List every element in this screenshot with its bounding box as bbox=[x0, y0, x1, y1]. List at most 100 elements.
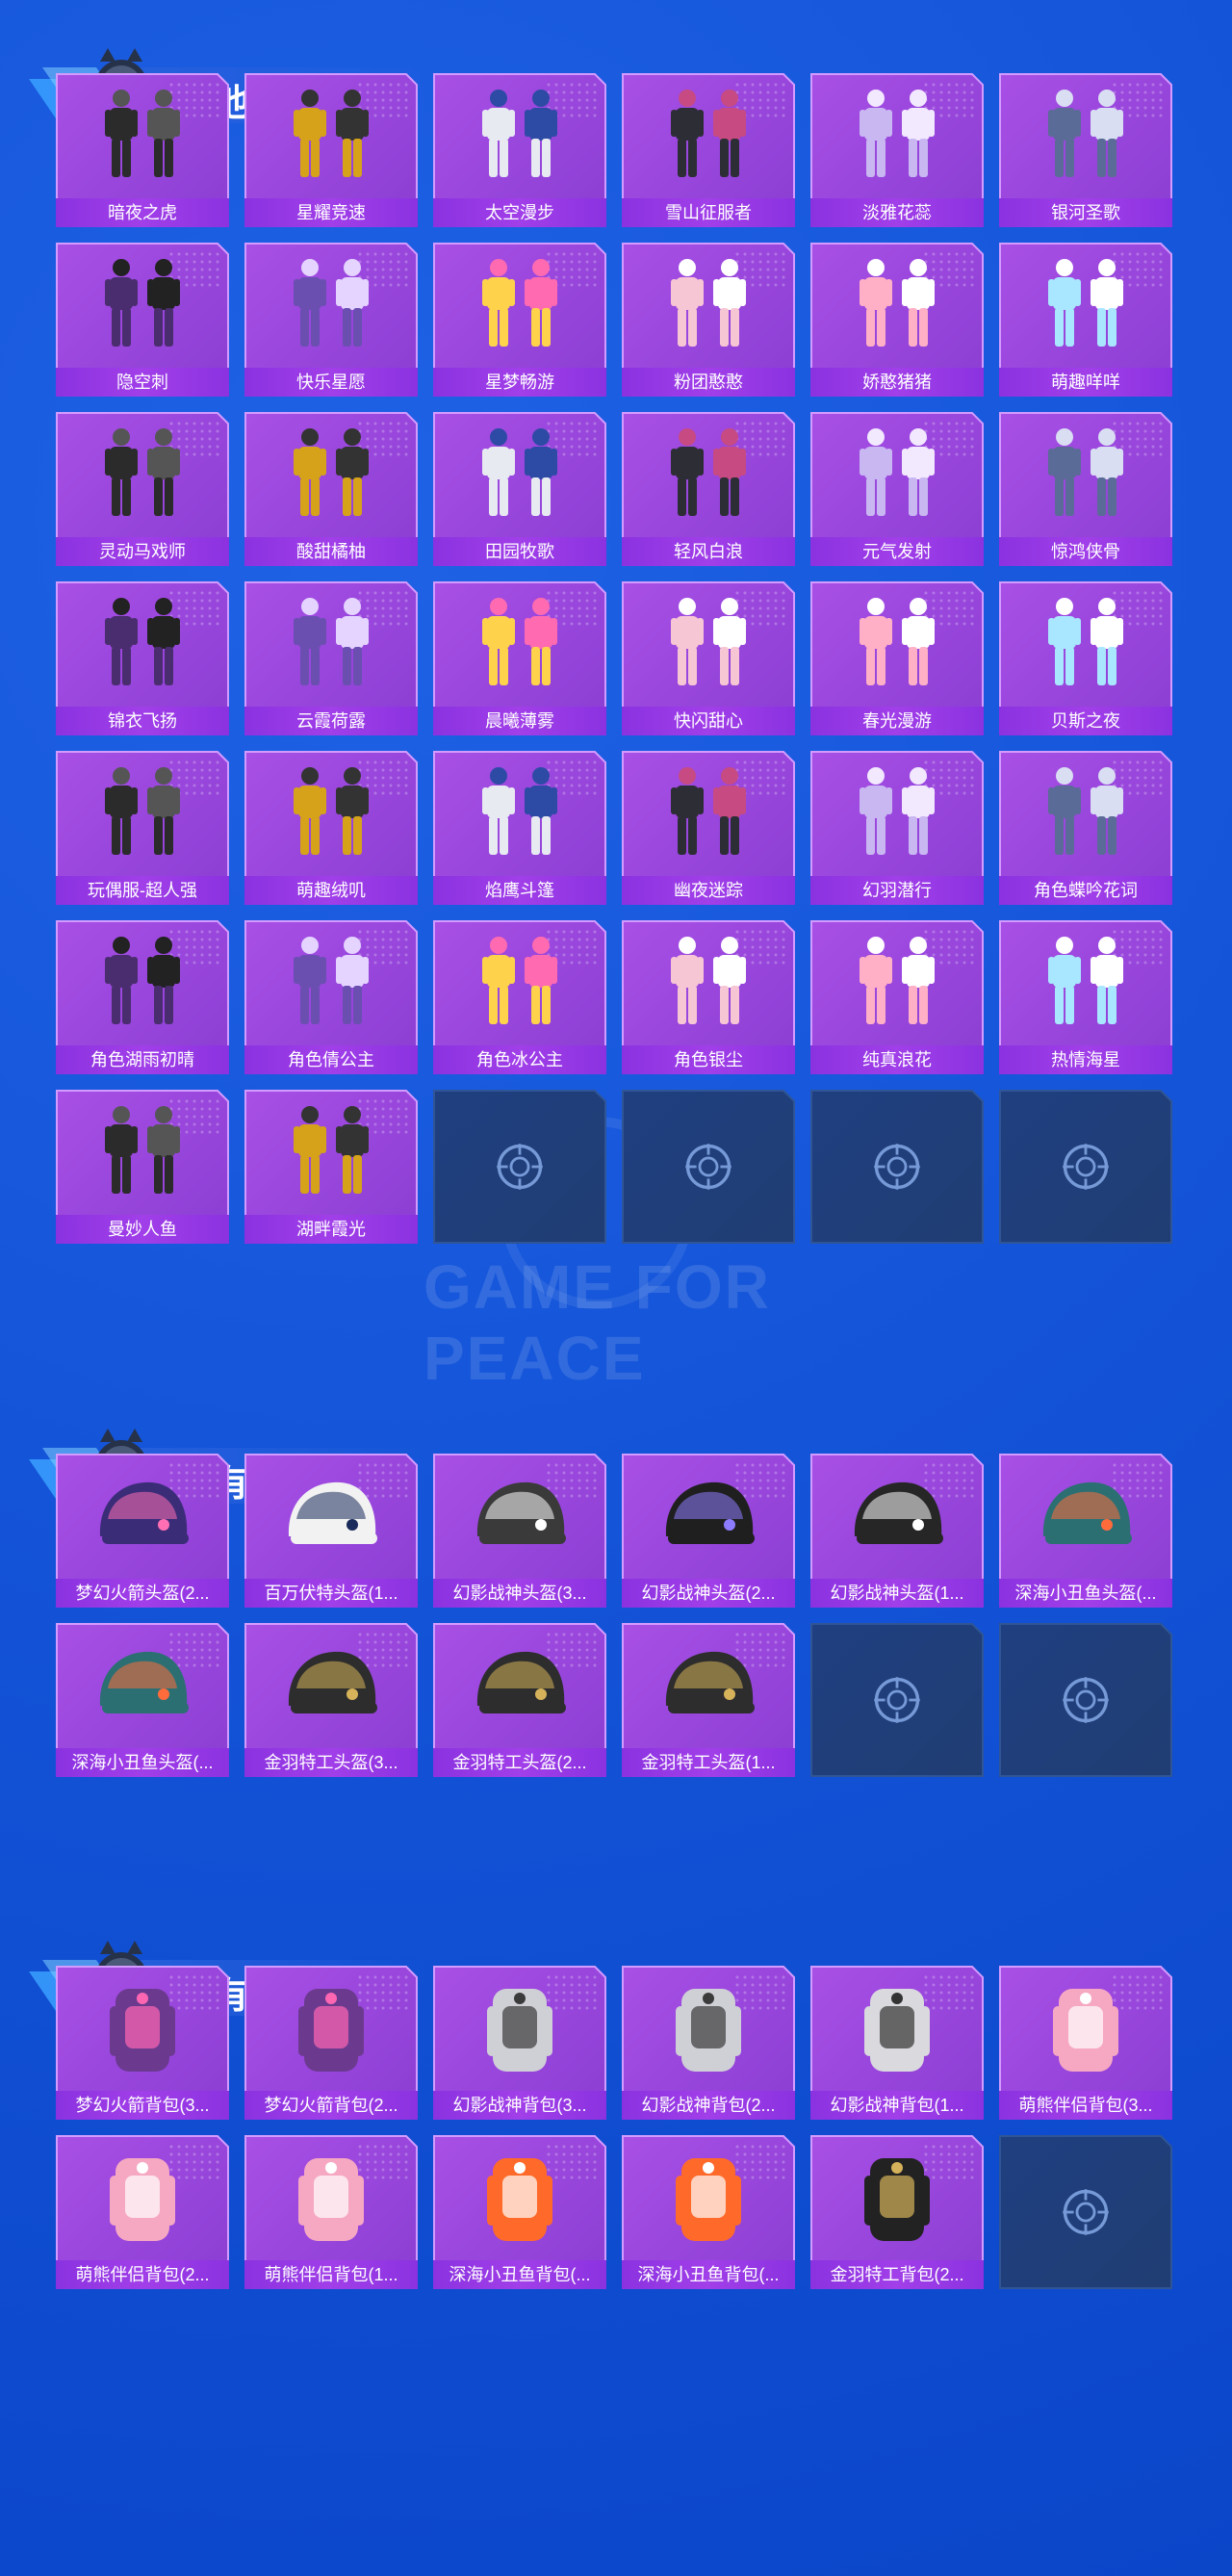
item-card[interactable]: 梦幻火箭头盔(2... bbox=[56, 1454, 229, 1608]
item-card[interactable]: 锦衣飞扬 bbox=[56, 581, 229, 735]
item-card[interactable]: 云霞荷露 bbox=[244, 581, 418, 735]
item-card[interactable]: 角色倩公主 bbox=[244, 920, 418, 1074]
item-card[interactable]: 雪山征服者 bbox=[622, 73, 795, 227]
item-label: 春光漫游 bbox=[810, 707, 984, 735]
item-card[interactable]: 角色湖雨初晴 bbox=[56, 920, 229, 1074]
item-label: 暗夜之虎 bbox=[56, 198, 229, 227]
item-label: 角色湖雨初晴 bbox=[56, 1045, 229, 1074]
item-label: 元气发射 bbox=[810, 537, 984, 566]
item-card[interactable]: 深海小丑鱼头盔(... bbox=[56, 1623, 229, 1777]
item-card[interactable]: 萌趣绒叽 bbox=[244, 751, 418, 905]
item-card[interactable]: 幻影战神头盔(2... bbox=[622, 1454, 795, 1608]
item-label: 星梦畅游 bbox=[433, 368, 606, 397]
item-label: 田园牧歌 bbox=[433, 537, 606, 566]
item-card[interactable]: 梦幻火箭背包(3... bbox=[56, 1966, 229, 2120]
item-card[interactable]: 田园牧歌 bbox=[433, 412, 606, 566]
item-label: 梦幻火箭背包(2... bbox=[244, 2091, 418, 2120]
item-label: 萌趣咩咩 bbox=[999, 368, 1172, 397]
empty-slot-frame bbox=[810, 1623, 984, 1777]
item-label: 幻影战神头盔(2... bbox=[622, 1579, 795, 1608]
item-label: 幻影战神头盔(1... bbox=[810, 1579, 984, 1608]
item-label: 百万伏特头盔(1... bbox=[244, 1579, 418, 1608]
item-label: 曼妙人鱼 bbox=[56, 1215, 229, 1244]
item-card[interactable]: 快乐星愿 bbox=[244, 243, 418, 397]
empty-slot bbox=[999, 1090, 1172, 1244]
item-card[interactable]: 焰鹰斗篷 bbox=[433, 751, 606, 905]
item-label: 淡雅花蕊 bbox=[810, 198, 984, 227]
item-label: 深海小丑鱼头盔(... bbox=[56, 1748, 229, 1777]
item-card[interactable]: 角色银尘 bbox=[622, 920, 795, 1074]
item-card[interactable]: 惊鸿侠骨 bbox=[999, 412, 1172, 566]
item-card[interactable]: 轻风白浪 bbox=[622, 412, 795, 566]
item-label: 湖畔霞光 bbox=[244, 1215, 418, 1244]
item-card[interactable]: 角色蝶吟花词 bbox=[999, 751, 1172, 905]
item-label: 幻羽潜行 bbox=[810, 876, 984, 905]
item-label: 幻影战神背包(2... bbox=[622, 2091, 795, 2120]
item-card[interactable]: 星耀竞速 bbox=[244, 73, 418, 227]
item-card[interactable]: 幽夜迷踪 bbox=[622, 751, 795, 905]
item-label: 角色冰公主 bbox=[433, 1045, 606, 1074]
item-card[interactable]: 幻影战神背包(2... bbox=[622, 1966, 795, 2120]
empty-slot bbox=[622, 1090, 795, 1244]
item-card[interactable]: 幻影战神头盔(1... bbox=[810, 1454, 984, 1608]
item-label: 轻风白浪 bbox=[622, 537, 795, 566]
item-card[interactable]: 元气发射 bbox=[810, 412, 984, 566]
item-card[interactable]: 快闪甜心 bbox=[622, 581, 795, 735]
item-label: 雪山征服者 bbox=[622, 198, 795, 227]
item-card[interactable]: 纯真浪花 bbox=[810, 920, 984, 1074]
item-label: 锦衣飞扬 bbox=[56, 707, 229, 735]
item-card[interactable]: 幻影战神头盔(3... bbox=[433, 1454, 606, 1608]
item-label: 隐空刺 bbox=[56, 368, 229, 397]
item-label: 梦幻火箭头盔(2... bbox=[56, 1579, 229, 1608]
item-card[interactable]: 曼妙人鱼 bbox=[56, 1090, 229, 1244]
item-card[interactable]: 春光漫游 bbox=[810, 581, 984, 735]
item-card[interactable]: 银河圣歌 bbox=[999, 73, 1172, 227]
item-card[interactable]: 金羽特工背包(2... bbox=[810, 2135, 984, 2289]
item-label: 金羽特工头盔(2... bbox=[433, 1748, 606, 1777]
item-card[interactable]: 梦幻火箭背包(2... bbox=[244, 1966, 418, 2120]
item-card[interactable]: 晨曦薄雾 bbox=[433, 581, 606, 735]
item-card[interactable]: 深海小丑鱼头盔(... bbox=[999, 1454, 1172, 1608]
item-label: 幻影战神头盔(3... bbox=[433, 1579, 606, 1608]
empty-slot bbox=[433, 1090, 606, 1244]
item-label: 热情海星 bbox=[999, 1045, 1172, 1074]
item-card[interactable]: 玩偶服-超人强 bbox=[56, 751, 229, 905]
empty-slot-frame bbox=[999, 2135, 1172, 2289]
item-label: 娇憨猪猪 bbox=[810, 368, 984, 397]
item-card[interactable]: 星梦畅游 bbox=[433, 243, 606, 397]
item-card[interactable]: 角色冰公主 bbox=[433, 920, 606, 1074]
item-card[interactable]: 热情海星 bbox=[999, 920, 1172, 1074]
item-card[interactable]: 暗夜之虎 bbox=[56, 73, 229, 227]
item-card[interactable]: 贝斯之夜 bbox=[999, 581, 1172, 735]
item-label: 萌熊伴侣背包(2... bbox=[56, 2260, 229, 2289]
item-card[interactable]: 金羽特工头盔(3... bbox=[244, 1623, 418, 1777]
item-card[interactable]: 灵动马戏师 bbox=[56, 412, 229, 566]
item-label: 晨曦薄雾 bbox=[433, 707, 606, 735]
item-label: 纯真浪花 bbox=[810, 1045, 984, 1074]
item-card[interactable]: 酸甜橘柚 bbox=[244, 412, 418, 566]
item-card[interactable]: 百万伏特头盔(1... bbox=[244, 1454, 418, 1608]
empty-slot-frame bbox=[622, 1090, 795, 1244]
item-card[interactable]: 幻影战神背包(3... bbox=[433, 1966, 606, 2120]
item-card[interactable]: 幻影战神背包(1... bbox=[810, 1966, 984, 2120]
item-label: 金羽特工头盔(3... bbox=[244, 1748, 418, 1777]
item-card[interactable]: 金羽特工头盔(1... bbox=[622, 1623, 795, 1777]
item-card[interactable]: 隐空刺 bbox=[56, 243, 229, 397]
item-card[interactable]: 太空漫步 bbox=[433, 73, 606, 227]
item-label: 粉团憨憨 bbox=[622, 368, 795, 397]
item-label: 云霞荷露 bbox=[244, 707, 418, 735]
item-card[interactable]: 萌熊伴侣背包(2... bbox=[56, 2135, 229, 2289]
item-card[interactable]: 萌熊伴侣背包(3... bbox=[999, 1966, 1172, 2120]
item-card[interactable]: 萌趣咩咩 bbox=[999, 243, 1172, 397]
item-card[interactable]: 娇憨猪猪 bbox=[810, 243, 984, 397]
item-card[interactable]: 淡雅花蕊 bbox=[810, 73, 984, 227]
item-label: 玩偶服-超人强 bbox=[56, 876, 229, 905]
item-card[interactable]: 深海小丑鱼背包(... bbox=[433, 2135, 606, 2289]
item-label: 萌趣绒叽 bbox=[244, 876, 418, 905]
item-card[interactable]: 萌熊伴侣背包(1... bbox=[244, 2135, 418, 2289]
item-card[interactable]: 粉团憨憨 bbox=[622, 243, 795, 397]
item-card[interactable]: 金羽特工头盔(2... bbox=[433, 1623, 606, 1777]
item-card[interactable]: 幻羽潜行 bbox=[810, 751, 984, 905]
item-card[interactable]: 湖畔霞光 bbox=[244, 1090, 418, 1244]
item-card[interactable]: 深海小丑鱼背包(... bbox=[622, 2135, 795, 2289]
